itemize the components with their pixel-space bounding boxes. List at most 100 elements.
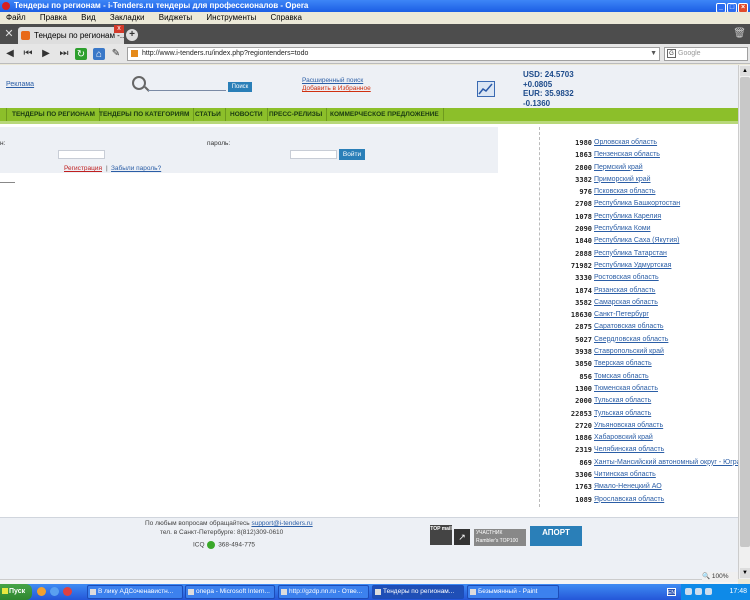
top-mail-arrow-icon[interactable]: ↗ <box>454 529 470 545</box>
chart-icon[interactable] <box>477 81 495 97</box>
quicklaunch-firefox-icon[interactable] <box>37 587 46 596</box>
password-input[interactable] <box>290 150 337 159</box>
site-search-button[interactable]: Поиск <box>228 82 252 92</box>
menu-file[interactable]: Файл <box>6 13 26 22</box>
menu-edit[interactable]: Правка <box>40 13 67 22</box>
home-icon[interactable]: ⌂ <box>93 48 105 60</box>
tray-app-icon[interactable] <box>705 588 712 595</box>
scroll-up-icon[interactable]: ▲ <box>740 66 750 76</box>
region-count: 1886 <box>575 434 592 443</box>
region-link[interactable]: Республика Коми <box>594 223 651 235</box>
scroll-down-icon[interactable]: ▼ <box>740 568 750 578</box>
taskbar-item-2[interactable]: опера - Microsoft Intern... <box>185 585 275 599</box>
region-link[interactable]: Самарская область <box>594 297 658 309</box>
reload-icon[interactable]: ↻ <box>75 48 87 60</box>
region-count: 1089 <box>575 495 592 504</box>
vertical-scrollbar[interactable]: ▲ ▼ <box>738 65 750 579</box>
tray-volume-icon[interactable] <box>695 588 702 595</box>
language-indicator[interactable]: EN <box>667 588 676 596</box>
scroll-thumb[interactable] <box>740 77 750 547</box>
tab-active[interactable]: Тендеры по регионам -... <box>18 27 124 44</box>
region-link[interactable]: Ставропольский край <box>594 346 664 358</box>
region-count: 3306 <box>575 471 592 480</box>
region-link[interactable]: Республика Саха (Якутия) <box>594 235 679 247</box>
rewind-icon[interactable]: ⏮ <box>22 47 34 61</box>
new-tab-icon[interactable]: + <box>126 29 138 41</box>
site-search-input[interactable] <box>148 82 226 91</box>
nav-regions[interactable]: ТЕНДЕРЫ ПО РЕГИОНАМ <box>8 108 100 121</box>
nav-press[interactable]: ПРЕСС-РЕЛИЗЫ <box>265 108 328 121</box>
zoom-control[interactable]: 🔍 100% <box>702 572 738 582</box>
site-info-icon[interactable] <box>131 50 138 57</box>
region-link[interactable]: Ростовская область <box>594 272 659 284</box>
ad-link[interactable]: Реклама <box>6 81 34 88</box>
region-link[interactable]: Пермский край <box>594 162 643 174</box>
rambler-counter[interactable]: УЧАСТНИК Rambler's TOP100 <box>474 529 526 546</box>
nav-news[interactable]: НОВОСТИ <box>226 108 268 121</box>
region-link[interactable]: Орловская область <box>594 137 657 149</box>
taskbar-item-3[interactable]: http://gzdp.nn.ru - Отве... <box>278 585 369 599</box>
region-link[interactable]: Тульская область <box>594 395 651 407</box>
taskbar-item-1[interactable]: В лику АДСоченавистн... <box>87 585 183 599</box>
search-field[interactable]: G Google <box>664 47 748 61</box>
nav-articles[interactable]: СТАТЬИ <box>191 108 226 121</box>
tab-close-icon[interactable]: x <box>114 25 124 33</box>
region-link[interactable]: Тверская область <box>594 358 652 370</box>
menu-tools[interactable]: Инструменты <box>206 13 256 22</box>
edit-icon[interactable]: ✎ <box>110 47 122 61</box>
region-count: 2708 <box>575 200 592 209</box>
advanced-search-link[interactable]: Расширенный поиск <box>302 77 363 84</box>
register-link[interactable]: Регистрация <box>64 165 102 172</box>
taskbar-item-4[interactable]: Тендеры по регионам... <box>372 585 464 599</box>
top-mail-counter[interactable]: TOP mail <box>430 525 452 545</box>
region-link[interactable]: Псковская область <box>594 186 655 198</box>
nav-offer[interactable]: КОММЕРЧЕСКОЕ ПРЕДЛОЖЕНИЕ <box>326 108 444 121</box>
region-link[interactable]: Саратовская область <box>594 321 664 333</box>
menu-bookmarks[interactable]: Закладки <box>110 13 145 22</box>
tools-icon[interactable]: ✕ <box>2 27 16 41</box>
menu-help[interactable]: Справка <box>271 13 302 22</box>
url-field[interactable]: http://www.i-tenders.ru/index.php?region… <box>127 47 660 61</box>
quicklaunch-ie-icon[interactable] <box>50 587 59 596</box>
region-link[interactable]: Санкт-Петербург <box>594 309 649 321</box>
google-icon[interactable]: G <box>667 49 676 58</box>
back-icon[interactable]: ◀ <box>4 47 16 61</box>
fast-forward-icon[interactable]: ⏭ <box>58 47 70 61</box>
forgot-password-link[interactable]: Забыли пароль? <box>111 165 161 172</box>
region-link[interactable]: Тульская область <box>594 408 651 420</box>
taskbar-item-5[interactable]: Безымянный - Paint <box>467 585 559 599</box>
aport-counter[interactable]: АПОРТ <box>530 526 582 546</box>
region-link[interactable]: Республика Удмуртская <box>594 260 671 272</box>
add-favorites-link[interactable]: Добавить в Избранное <box>302 85 371 92</box>
region-link[interactable]: Республика Карелия <box>594 211 661 223</box>
region-link[interactable]: Рязанская область <box>594 285 655 297</box>
nav-categories[interactable]: ТЕНДЕРЫ ПО КАТЕГОРИЯМ <box>95 108 195 121</box>
quicklaunch-opera-icon[interactable] <box>63 587 72 596</box>
tray-network-icon[interactable] <box>685 588 692 595</box>
region-link[interactable]: Свердловская область <box>594 334 668 346</box>
region-link[interactable]: Республика Татарстан <box>594 248 667 260</box>
region-link[interactable]: Приморский край <box>594 174 651 186</box>
region-link[interactable]: Ярославская область <box>594 494 664 506</box>
region-link[interactable]: Республика Башкортостан <box>594 198 680 210</box>
region-link[interactable]: Челябинская область <box>594 444 664 456</box>
search-icon <box>132 76 146 90</box>
region-link[interactable]: Тюменская область <box>594 383 658 395</box>
region-link[interactable]: Ямало-Ненецкий АО <box>594 481 662 493</box>
region-link[interactable]: Хабаровский край <box>594 432 653 444</box>
menu-widgets[interactable]: Виджеты <box>159 13 192 22</box>
taskbar-item-label: Безымянный - Paint <box>478 588 538 595</box>
login-button[interactable]: Войти <box>339 149 365 160</box>
region-link[interactable]: Ульяновская область <box>594 420 663 432</box>
trash-icon[interactable]: 🗑 <box>733 28 746 39</box>
region-link[interactable]: Пензенская область <box>594 149 660 161</box>
login-input[interactable] <box>58 150 105 159</box>
start-button[interactable]: Пуск <box>0 584 32 600</box>
forward-icon[interactable]: ▶ <box>40 47 52 61</box>
region-link[interactable]: Ханты-Мансийский автономный округ - Югра <box>594 457 738 469</box>
region-link[interactable]: Томская область <box>594 371 649 383</box>
region-link[interactable]: Читинская область <box>594 469 656 481</box>
support-email-link[interactable]: support@i-tenders.ru <box>251 520 312 527</box>
url-dropdown-icon[interactable]: ▼ <box>650 48 657 60</box>
menu-view[interactable]: Вид <box>81 13 95 22</box>
